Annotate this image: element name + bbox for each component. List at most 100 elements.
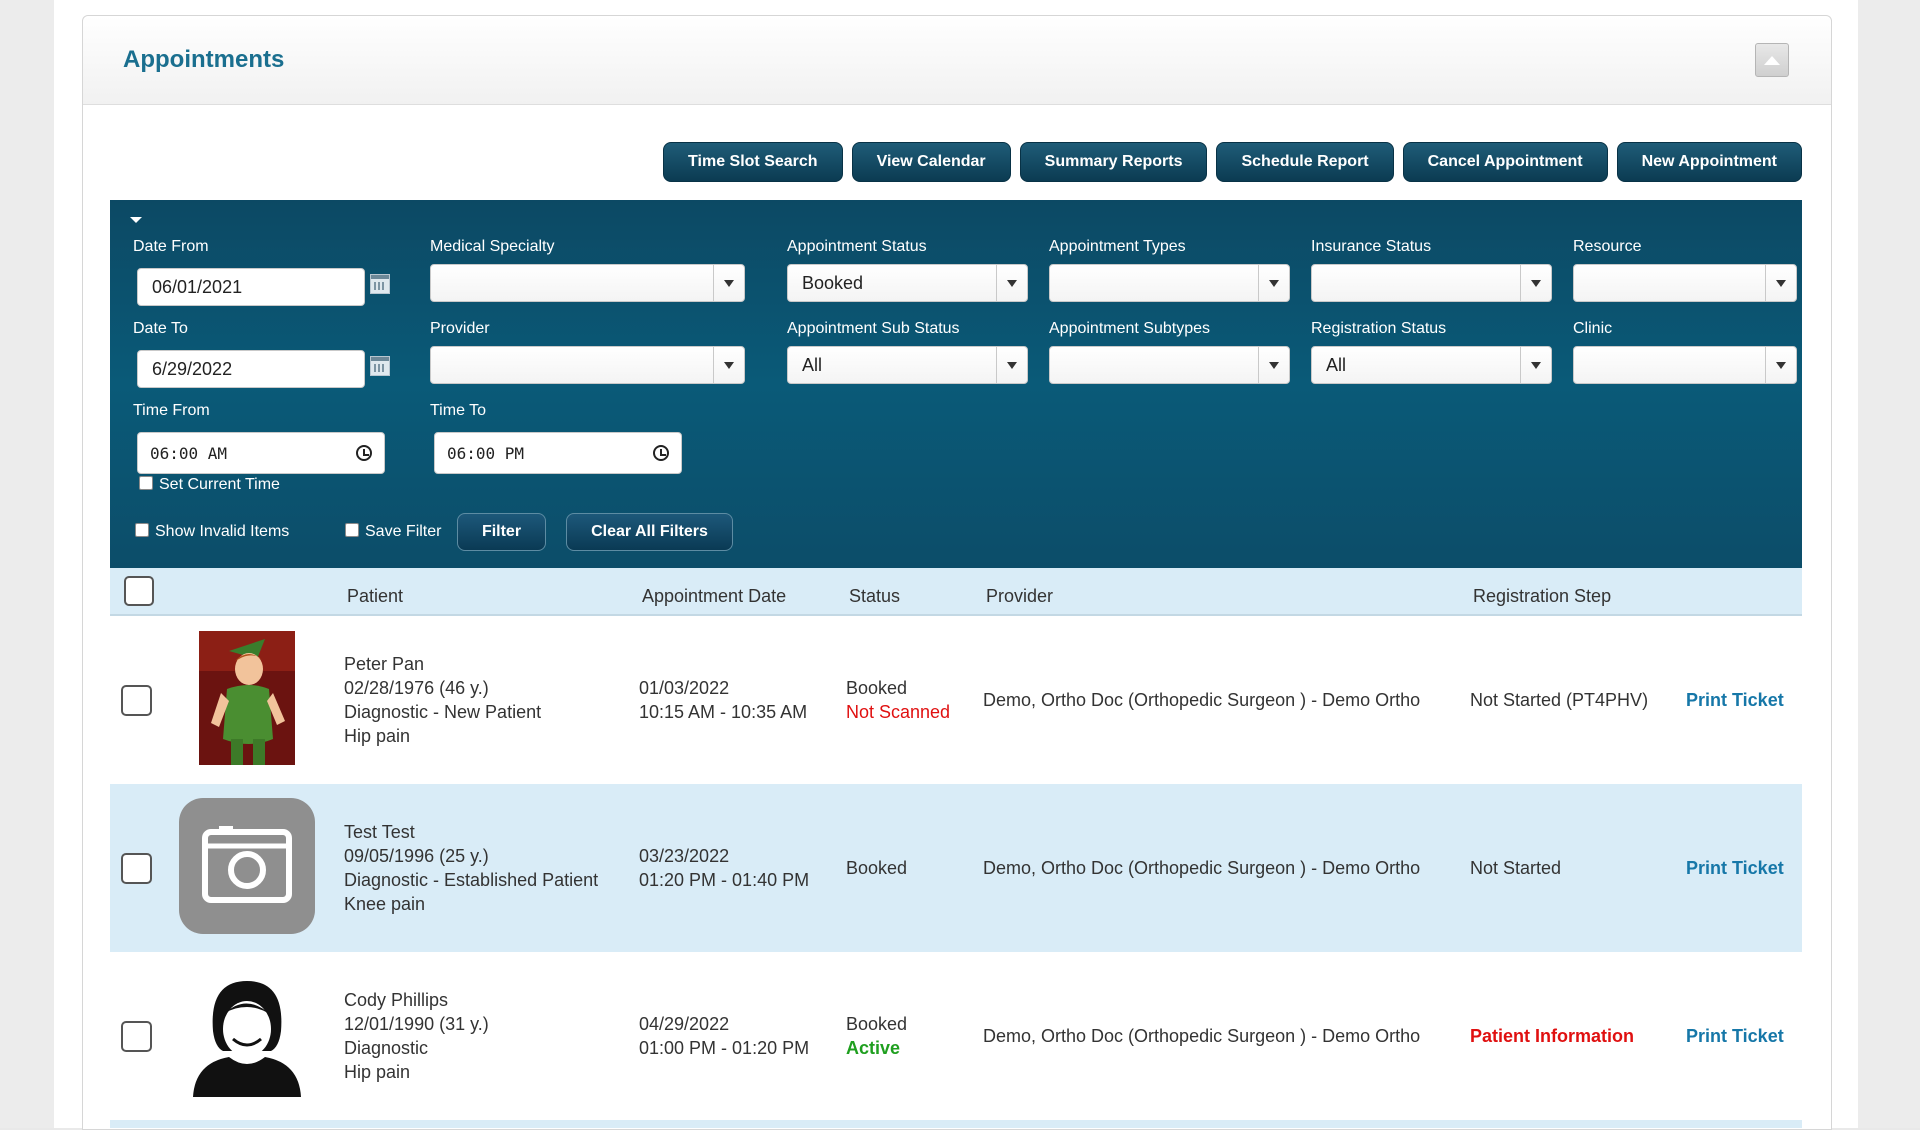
column-header-registration-step[interactable]: Registration Step <box>1473 586 1611 607</box>
filter-panel: Date From 06/01/2021 Date To 6/29/2022 T… <box>110 200 1802 568</box>
print-ticket-link[interactable]: Print Ticket <box>1686 688 1784 712</box>
table-row[interactable]: Peter Pan 02/28/1976 (46 y.) Diagnostic … <box>110 616 1802 784</box>
appointment-time: 10:15 AM - 10:35 AM <box>639 702 808 722</box>
chevron-down-icon <box>1258 347 1289 383</box>
print-ticket-link[interactable]: Print Ticket <box>1686 1024 1784 1048</box>
patient-dob: 12/01/1990 (31 y.) <box>344 1014 489 1034</box>
print-ticket-link[interactable]: Print Ticket <box>1686 856 1784 880</box>
status-cell: Booked <box>846 856 907 880</box>
patient-name[interactable]: Peter Pan <box>344 652 541 676</box>
patient-name[interactable]: Cody Phillips <box>344 988 489 1012</box>
new-appointment-button[interactable]: New Appointment <box>1616 142 1802 182</box>
chevron-down-icon <box>1765 265 1796 301</box>
registration-step[interactable]: Patient Information <box>1470 1024 1634 1048</box>
registration-step: Not Started (PT4PHV) <box>1470 690 1649 710</box>
calendar-icon[interactable] <box>370 356 390 376</box>
provider-label: Provider <box>430 320 490 337</box>
row-checkbox[interactable] <box>121 853 152 884</box>
appointment-sub-status-label: Appointment Sub Status <box>787 320 960 337</box>
column-header-patient[interactable]: Patient <box>347 586 403 607</box>
patient-info: Test Test 09/05/1996 (25 y.) Diagnostic … <box>344 820 598 916</box>
date-to-label: Date To <box>133 320 188 337</box>
calendar-icon[interactable] <box>370 274 390 294</box>
registration-status-value: All <box>1326 354 1347 375</box>
chief-complaint: Hip pain <box>344 1062 411 1082</box>
save-filter-checkbox[interactable] <box>345 523 359 537</box>
time-from-label: Time From <box>133 402 210 419</box>
appointment-time: 01:20 PM - 01:40 PM <box>639 870 810 890</box>
appointment-status-select[interactable]: Booked <box>787 264 1028 302</box>
chevron-down-icon <box>1520 347 1551 383</box>
patient-info: Cody Phillips 12/01/1990 (31 y.) Diagnos… <box>344 988 489 1084</box>
status-cell: Booked Not Scanned <box>846 676 950 724</box>
schedule-report-button[interactable]: Schedule Report <box>1216 142 1394 182</box>
column-header-appointment-date[interactable]: Appointment Date <box>642 586 786 607</box>
avatar-placeholder-icon <box>179 967 315 1103</box>
column-header-status[interactable]: Status <box>849 586 900 607</box>
status-text: Booked <box>846 1014 908 1034</box>
row-checkbox[interactable] <box>121 685 152 716</box>
appointment-sub-status-select[interactable]: All <box>787 346 1028 384</box>
registration-step: Not Started <box>1470 858 1562 878</box>
medical-specialty-label: Medical Specialty <box>430 238 555 255</box>
column-header-provider[interactable]: Provider <box>986 586 1053 607</box>
clock-icon[interactable] <box>356 445 372 461</box>
date-from-input[interactable]: 06/01/2021 <box>137 268 365 306</box>
time-to-input[interactable]: 06:00 PM <box>434 432 682 474</box>
registration-status-select[interactable]: All <box>1311 346 1552 384</box>
clinic-label: Clinic <box>1573 320 1613 337</box>
view-calendar-button[interactable]: View Calendar <box>851 142 1011 182</box>
appointment-types-select[interactable] <box>1049 264 1290 302</box>
time-from-input[interactable]: 06:00 AM <box>137 432 385 474</box>
provider-cell: Demo, Ortho Doc (Orthopedic Surgeon ) - … <box>983 690 1421 710</box>
chief-complaint: Hip pain <box>344 726 411 746</box>
provider-cell: Demo, Ortho Doc (Orthopedic Surgeon ) - … <box>983 858 1421 878</box>
appointment-date: 04/29/2022 01:00 PM - 01:20 PM <box>639 1012 809 1060</box>
status-text: Booked <box>846 678 908 698</box>
provider-cell: Demo, Ortho Doc (Orthopedic Surgeon ) - … <box>983 1026 1421 1046</box>
sub-status-badge: Active <box>846 1038 901 1058</box>
resource-select[interactable] <box>1573 264 1797 302</box>
table-row <box>110 1120 1802 1128</box>
time-slot-search-button[interactable]: Time Slot Search <box>663 142 843 182</box>
medical-specialty-select[interactable] <box>430 264 745 302</box>
action-toolbar: Time Slot Search View Calendar Summary R… <box>663 142 1802 182</box>
status-cell: Booked Active <box>846 1012 907 1060</box>
filter-button[interactable]: Filter <box>457 513 546 551</box>
panel-header: Appointments <box>83 16 1831 105</box>
camera-placeholder-icon <box>179 798 315 934</box>
clear-all-filters-button[interactable]: Clear All Filters <box>566 513 733 551</box>
insurance-status-select[interactable] <box>1311 264 1552 302</box>
insurance-status-label: Insurance Status <box>1311 238 1432 255</box>
summary-reports-button[interactable]: Summary Reports <box>1019 142 1208 182</box>
table-row[interactable]: Cody Phillips 12/01/1990 (31 y.) Diagnos… <box>110 952 1802 1120</box>
set-current-time-checkbox[interactable] <box>139 476 153 490</box>
chevron-down-icon <box>1520 265 1551 301</box>
time-to-value: 06:00 PM <box>447 443 525 463</box>
patient-name[interactable]: Test Test <box>344 820 598 844</box>
cancel-appointment-button[interactable]: Cancel Appointment <box>1402 142 1608 182</box>
table-header: Patient Appointment Date Status Provider… <box>110 568 1802 616</box>
appointment-date-day: 04/29/2022 <box>639 1014 730 1034</box>
appointment-date: 03/23/2022 01:20 PM - 01:40 PM <box>639 844 809 892</box>
row-checkbox[interactable] <box>121 1021 152 1052</box>
collapse-up-icon <box>1764 55 1780 65</box>
appointment-subtypes-select[interactable] <box>1049 346 1290 384</box>
appointment-subtypes-label: Appointment Subtypes <box>1049 320 1210 337</box>
provider-select[interactable] <box>430 346 745 384</box>
table-row[interactable]: Test Test 09/05/1996 (25 y.) Diagnostic … <box>110 784 1802 952</box>
collapse-button[interactable] <box>1755 43 1789 77</box>
select-all-checkbox[interactable] <box>124 576 154 606</box>
clock-icon[interactable] <box>653 445 669 461</box>
patient-dob: 02/28/1976 (46 y.) <box>344 678 489 698</box>
chevron-down-icon <box>996 347 1027 383</box>
page-title: Appointments <box>123 46 285 73</box>
date-to-input[interactable]: 6/29/2022 <box>137 350 365 388</box>
registration-status-label: Registration Status <box>1311 320 1447 337</box>
show-invalid-items-checkbox[interactable] <box>135 523 149 537</box>
appointment-type: Diagnostic - New Patient <box>344 702 542 722</box>
save-filter-label: Save Filter <box>365 523 442 540</box>
time-from-value: 06:00 AM <box>150 443 228 463</box>
clinic-select[interactable] <box>1573 346 1797 384</box>
filter-toggle-icon[interactable] <box>130 217 142 223</box>
